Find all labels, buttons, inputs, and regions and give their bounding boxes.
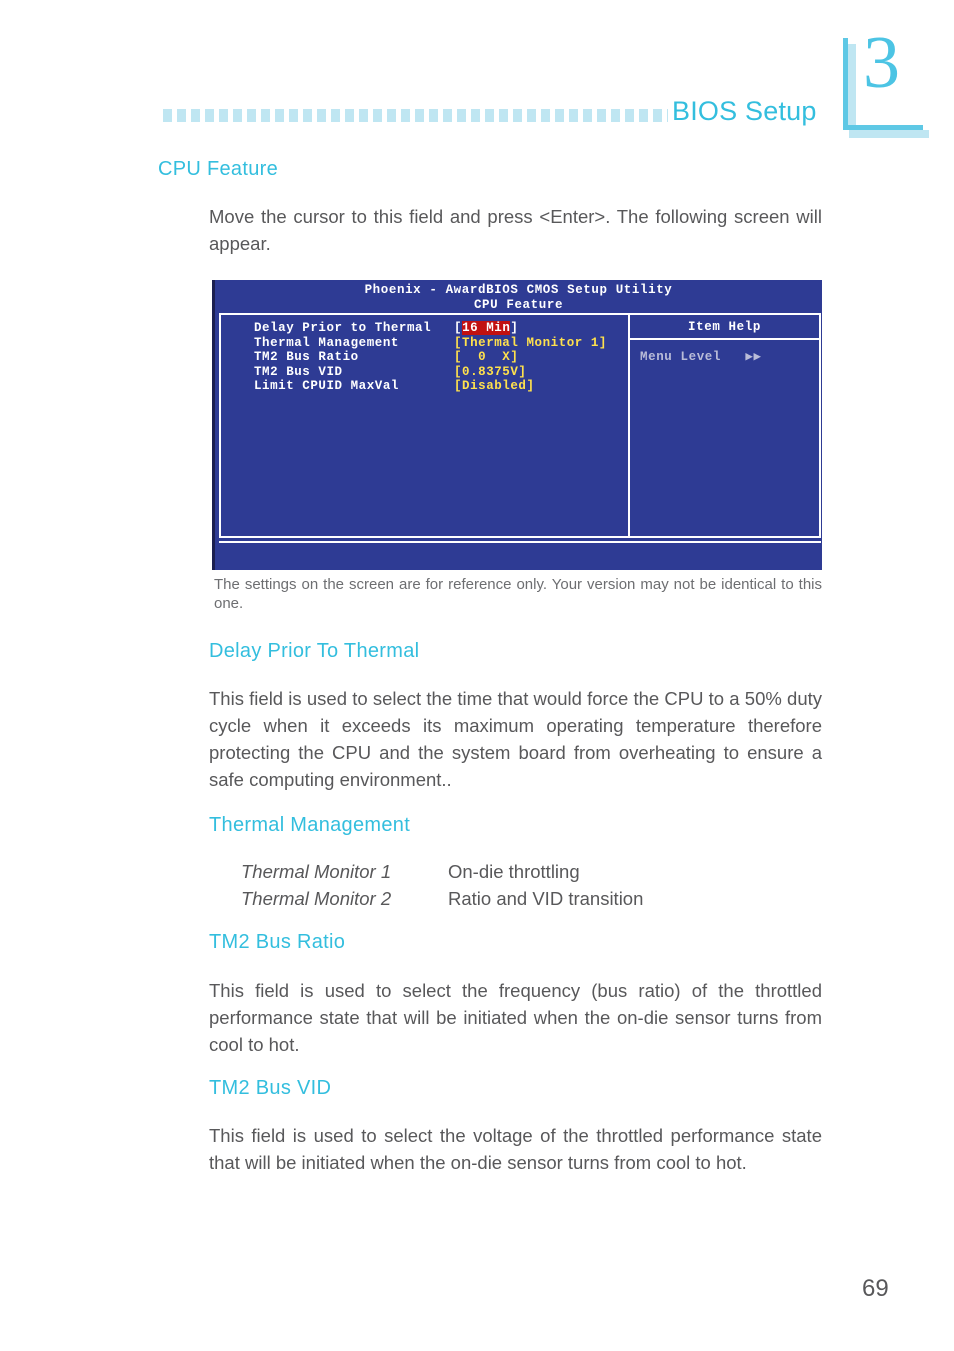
tm2-bus-vid-paragraph: This field is used to select the voltage… bbox=[209, 1125, 822, 1173]
bios-settings-list: Delay Prior to Thermal [16 Min] Thermal … bbox=[221, 315, 628, 394]
delay-prior-to-thermal-paragraph: This field is used to select the time th… bbox=[209, 688, 822, 790]
intro-paragraph: Move the cursor to this field and press … bbox=[209, 206, 822, 254]
thermal-management-heading: Thermal Management bbox=[209, 814, 411, 836]
tm2-bus-ratio-paragraph: This field is used to select the frequen… bbox=[209, 980, 822, 1055]
bios-key-legend-line-2: F5: Previous Values F6: Fail-Safe Defaul… bbox=[231, 618, 809, 633]
bios-item-help-panel: Item Help Menu Level ▶▶ bbox=[630, 313, 821, 538]
chapter-bracket-vertical-shadow bbox=[848, 44, 856, 130]
bios-value-bracket-open: [ bbox=[454, 321, 463, 335]
bios-row-value[interactable]: [Thermal Monitor 1] bbox=[454, 336, 607, 351]
bios-row-value[interactable]: [0.8375V] bbox=[454, 365, 526, 380]
chapter-bracket-vertical bbox=[843, 38, 848, 130]
bios-row-delay-prior-to-thermal[interactable]: Delay Prior to Thermal [16 Min] bbox=[254, 321, 628, 336]
bios-row-thermal-management[interactable]: Thermal Management [Thermal Monitor 1] bbox=[254, 336, 628, 351]
bios-row-label: Delay Prior to Thermal bbox=[254, 321, 432, 335]
tm2-bus-vid-heading: TM2 Bus VID bbox=[209, 1077, 332, 1099]
bios-row-value[interactable]: [16 Min] bbox=[454, 321, 518, 336]
bios-row-value[interactable]: [Disabled] bbox=[454, 379, 535, 394]
page-header: BIOS Setup 3 bbox=[0, 0, 954, 145]
bios-title-line-2: CPU Feature bbox=[473, 297, 564, 312]
bios-row-value[interactable]: [ 0 X] bbox=[454, 350, 518, 365]
menu-level-indicator: Menu Level ▶▶ bbox=[640, 350, 762, 364]
bios-value-highlighted-text: 16 Min bbox=[462, 321, 511, 335]
tm2-bus-ratio-heading: TM2 Bus Ratio bbox=[209, 931, 346, 953]
definition-description: Ratio and VID transition bbox=[448, 888, 644, 909]
bios-row-label: TM2 Bus Ratio bbox=[254, 350, 359, 364]
bios-row-limit-cpuid-maxval[interactable]: Limit CPUID MaxVal [Disabled] bbox=[254, 379, 628, 394]
bios-body: Delay Prior to Thermal [16 Min] Thermal … bbox=[219, 313, 821, 538]
chapter-marker: 3 bbox=[843, 26, 929, 138]
cpu-feature-heading: CPU Feature bbox=[158, 158, 279, 180]
bios-title-line-1: Phoenix - AwardBIOS CMOS Setup Utility bbox=[364, 283, 673, 297]
chapter-number: 3 bbox=[863, 22, 900, 104]
bios-settings-panel: Delay Prior to Thermal [16 Min] Thermal … bbox=[219, 313, 630, 538]
bios-row-label: Thermal Management bbox=[254, 335, 399, 350]
header-title: BIOS Setup bbox=[672, 96, 817, 126]
bios-value-bracket-close: ] bbox=[510, 321, 519, 335]
bios-row-label: Limit CPUID MaxVal bbox=[254, 379, 399, 393]
definition-row: Thermal Monitor 2 Ratio and VID transiti… bbox=[241, 885, 643, 912]
page-number: 69 bbox=[862, 1275, 889, 1302]
bios-row-tm2-bus-vid[interactable]: TM2 Bus VID [0.8375V] bbox=[254, 365, 628, 380]
definition-description: On-die throttling bbox=[448, 861, 580, 882]
chapter-bracket-horizontal-shadow bbox=[849, 130, 929, 138]
screenshot-caption: The settings on the screen are for refer… bbox=[214, 576, 822, 612]
bios-row-label: TM2 Bus VID bbox=[254, 364, 343, 379]
bios-title-bar: Phoenix - AwardBIOS CMOS Setup Utility C… bbox=[215, 280, 822, 312]
definition-term: Thermal Monitor 1 bbox=[241, 861, 392, 882]
item-help-title: Item Help bbox=[630, 315, 819, 340]
bios-screenshot: Phoenix - AwardBIOS CMOS Setup Utility C… bbox=[212, 280, 867, 633]
definition-row: Thermal Monitor 1 On-die throttling bbox=[241, 858, 643, 885]
definition-term: Thermal Monitor 2 bbox=[241, 888, 392, 909]
bios-row-tm2-bus-ratio[interactable]: TM2 Bus Ratio [ 0 X] bbox=[254, 350, 628, 365]
delay-prior-to-thermal-heading: Delay Prior To Thermal bbox=[209, 640, 420, 662]
thermal-monitor-definition-list: Thermal Monitor 1 On-die throttling Ther… bbox=[241, 858, 643, 912]
header-dotted-rule bbox=[163, 109, 668, 122]
chapter-bracket-horizontal bbox=[843, 125, 923, 130]
